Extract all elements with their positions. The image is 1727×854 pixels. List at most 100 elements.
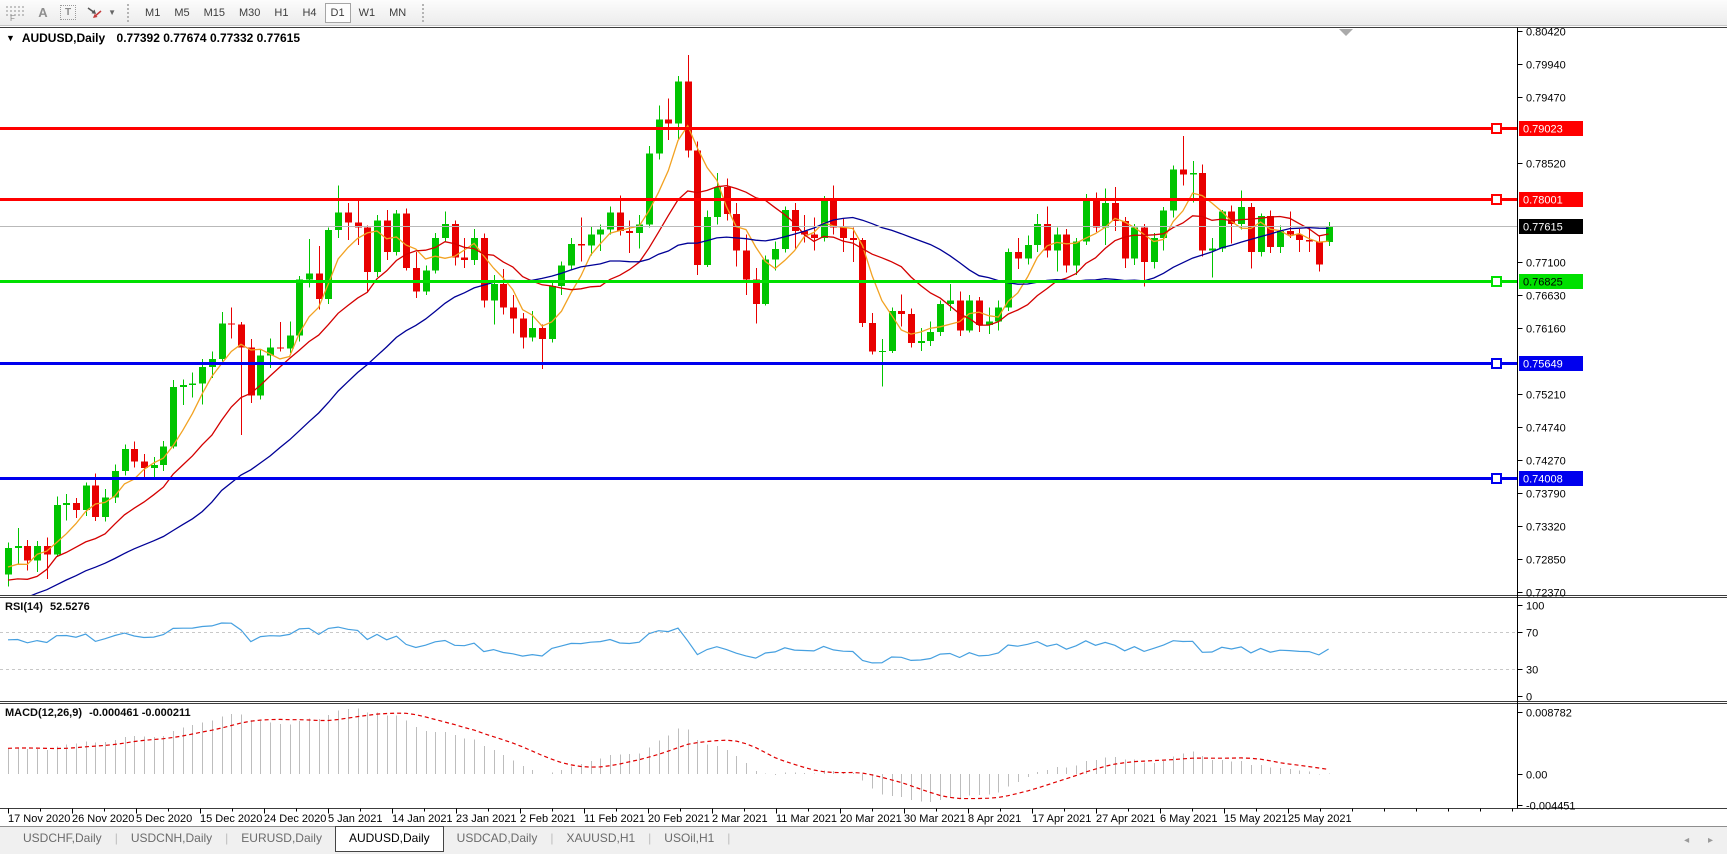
svg-text:5 Dec 2020: 5 Dec 2020: [136, 813, 192, 825]
text-box-icon[interactable]: T: [60, 2, 76, 24]
rsi-value: 52.5276: [50, 601, 90, 613]
svg-text:0.78001: 0.78001: [1523, 195, 1563, 207]
tab-separator: |: [727, 827, 730, 845]
main-pane-layer: [5, 55, 1333, 605]
hline-handle: [1492, 277, 1501, 286]
tf-button-m1[interactable]: M1: [139, 3, 166, 23]
chart-title: ▼ AUDUSD,Daily 0.77392 0.77674 0.77332 0…: [6, 31, 300, 45]
tab-usoil[interactable]: USOil,H1: [651, 827, 727, 851]
hline-handle: [1492, 359, 1501, 368]
svg-text:5 Jan 2021: 5 Jan 2021: [328, 813, 382, 825]
toolbar-grip[interactable]: [127, 4, 129, 22]
svg-text:0.00: 0.00: [1526, 770, 1547, 782]
macd-name: MACD(12,26,9): [5, 707, 82, 719]
svg-text:0.80420: 0.80420: [1526, 27, 1566, 39]
dotted-grid-glyph: F: [4, 4, 26, 22]
svg-text:0.75210: 0.75210: [1526, 390, 1566, 402]
svg-text:11 Mar 2021: 11 Mar 2021: [776, 813, 837, 825]
svg-text:-0.004451: -0.004451: [1526, 801, 1576, 813]
symbol-tabbar: USDCHF,Daily | USDCNH,Daily | EURUSD,Dai…: [0, 826, 1727, 854]
label-a-icon[interactable]: A: [34, 2, 52, 24]
svg-text:8 Apr 2021: 8 Apr 2021: [968, 813, 1021, 825]
tf-button-m5[interactable]: M5: [168, 3, 195, 23]
chart-shift-marker-icon: [1339, 29, 1353, 36]
svg-text:25 May 2021: 25 May 2021: [1288, 813, 1352, 825]
tab-xauusd[interactable]: XAUUSD,H1: [553, 827, 648, 851]
tf-button-w1[interactable]: W1: [353, 3, 382, 23]
svg-text:17 Nov 2020: 17 Nov 2020: [8, 813, 70, 825]
arrows-tool-icon[interactable]: [84, 2, 104, 24]
toolbar: F A T ▼ M1 M5 M15 M30 H1 H4 D1 W1 MN: [0, 0, 1727, 26]
svg-text:30 Mar 2021: 30 Mar 2021: [904, 813, 966, 825]
tf-button-m15[interactable]: M15: [198, 3, 231, 23]
tab-scroll-left-icon[interactable]: ◂: [1684, 835, 1689, 846]
svg-text:6 May 2021: 6 May 2021: [1160, 813, 1217, 825]
svg-text:0.76160: 0.76160: [1526, 324, 1566, 336]
rsi-name: RSI(14): [5, 601, 43, 613]
tf-button-mn[interactable]: MN: [383, 3, 412, 23]
toolbar-grip-end[interactable]: [422, 4, 424, 22]
svg-text:0.77615: 0.77615: [1523, 222, 1563, 234]
hline-handle: [1492, 474, 1501, 483]
svg-text:20 Feb 2021: 20 Feb 2021: [648, 813, 710, 825]
tab-usdcnh[interactable]: USDCNH,Daily: [118, 827, 225, 851]
tf-button-d1[interactable]: D1: [325, 3, 351, 23]
svg-text:23 Jan 2021: 23 Jan 2021: [456, 813, 517, 825]
svg-text:0.72850: 0.72850: [1526, 555, 1566, 567]
svg-text:15 May 2021: 15 May 2021: [1224, 813, 1288, 825]
arrows-glyph: [84, 5, 104, 20]
mt4-window: F A T ▼ M1 M5 M15 M30 H1 H4 D1 W1 MN 0.8…: [0, 0, 1727, 854]
hline-handle: [1492, 195, 1501, 204]
svg-text:0.74270: 0.74270: [1526, 456, 1566, 468]
svg-text:20 Mar 2021: 20 Mar 2021: [840, 813, 902, 825]
svg-text:0.73320: 0.73320: [1526, 522, 1566, 534]
symbol-dropdown-icon[interactable]: ▼: [6, 33, 15, 43]
svg-text:17 Apr 2021: 17 Apr 2021: [1032, 813, 1091, 825]
tab-usdchf[interactable]: USDCHF,Daily: [10, 827, 115, 851]
svg-text:0.74008: 0.74008: [1523, 474, 1563, 486]
chart-symbol-label: AUDUSD,Daily: [22, 31, 105, 45]
chart-ohlc-values: 0.77392 0.77674 0.77332 0.77615: [117, 31, 301, 45]
svg-text:0.78520: 0.78520: [1526, 159, 1566, 171]
macd-pane-label: MACD(12,26,9) -0.000461 -0.000211: [5, 707, 195, 719]
tab-scroll-arrows: ◂ ▸: [1668, 835, 1713, 846]
tab-usdcad[interactable]: USDCAD,Daily: [444, 827, 551, 851]
svg-text:0.77100: 0.77100: [1526, 258, 1566, 270]
svg-text:F: F: [10, 14, 15, 22]
svg-text:24 Dec 2020: 24 Dec 2020: [264, 813, 326, 825]
svg-text:100: 100: [1526, 601, 1544, 613]
dropdown-caret-icon[interactable]: ▼: [108, 8, 116, 17]
svg-text:0.74740: 0.74740: [1526, 423, 1566, 435]
svg-text:0.75649: 0.75649: [1523, 359, 1563, 371]
svg-text:0.79940: 0.79940: [1526, 60, 1566, 72]
svg-text:14 Jan 2021: 14 Jan 2021: [392, 813, 453, 825]
svg-text:0: 0: [1526, 692, 1532, 704]
svg-text:0.008782: 0.008782: [1526, 708, 1572, 720]
hline-handle: [1492, 124, 1501, 133]
svg-text:0.73790: 0.73790: [1526, 489, 1566, 501]
tab-eurusd[interactable]: EURUSD,Daily: [228, 827, 335, 851]
macd-pane-layer: [8, 709, 1330, 803]
svg-text:2 Feb 2021: 2 Feb 2021: [520, 813, 576, 825]
svg-text:11 Feb 2021: 11 Feb 2021: [584, 813, 645, 825]
tf-button-h1[interactable]: H1: [268, 3, 294, 23]
tab-scroll-right-icon[interactable]: ▸: [1708, 835, 1713, 846]
tf-button-m30[interactable]: M30: [233, 3, 266, 23]
rsi-pane-layer: [8, 623, 1329, 663]
svg-text:26 Nov 2020: 26 Nov 2020: [72, 813, 134, 825]
tf-button-h4[interactable]: H4: [296, 3, 322, 23]
svg-text:70: 70: [1526, 628, 1538, 640]
price-chart-canvas[interactable]: 0.80420 0.79940 0.79470 0.78520 0.77100 0.766…: [0, 0, 1727, 854]
tab-audusd-active[interactable]: AUDUSD,Daily: [335, 826, 444, 852]
svg-text:30: 30: [1526, 665, 1538, 677]
svg-text:0.76630: 0.76630: [1526, 291, 1566, 303]
svg-text:0.72370: 0.72370: [1526, 588, 1566, 600]
svg-text:0.79470: 0.79470: [1526, 93, 1566, 105]
svg-text:27 Apr 2021: 27 Apr 2021: [1096, 813, 1155, 825]
rsi-pane-label: RSI(14) 52.5276: [5, 601, 94, 613]
svg-text:15 Dec 2020: 15 Dec 2020: [200, 813, 262, 825]
svg-text:0.79023: 0.79023: [1523, 124, 1563, 136]
axis-layer: 0.80420 0.79940 0.79470 0.78520 0.77100 0.766…: [0, 27, 1727, 826]
macd-values: -0.000461 -0.000211: [89, 707, 191, 719]
objects-grid-icon[interactable]: F: [4, 2, 26, 24]
